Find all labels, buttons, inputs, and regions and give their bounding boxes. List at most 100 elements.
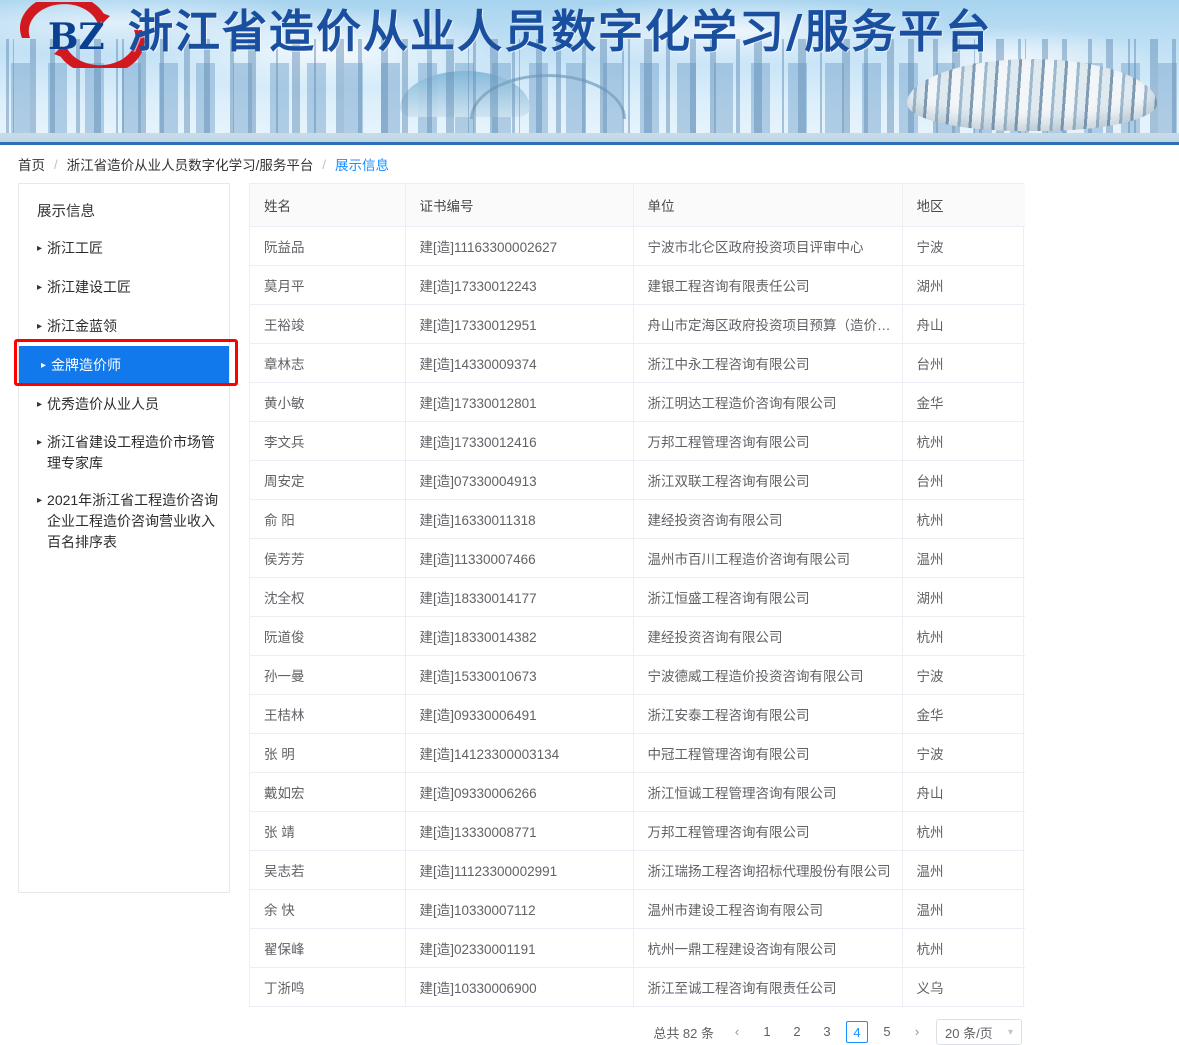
cell-area: 温州	[902, 889, 1025, 929]
sidebar-item-label: 浙江建设工匠	[47, 279, 132, 295]
cell-area: 宁波	[902, 226, 1025, 266]
table-row[interactable]: 俞 阳建[造]16330011318 建经投资咨询有限公司 杭州	[250, 499, 1025, 539]
column-header-area[interactable]: 地区	[902, 184, 1025, 227]
pagination: 总共 82 条 ‹ 1 2 3 4 5 › 20 条/页 ▾	[249, 1007, 1024, 1045]
column-header-unit[interactable]: 单位	[633, 184, 903, 227]
sidebar-item-zhuanjiaku[interactable]: ▸ 浙江省建设工程造价市场管理专家库	[19, 424, 229, 482]
table-row[interactable]: 阮道俊 建[造]18330014382 建经投资咨询有限公司 杭州	[250, 616, 1025, 656]
cell-certificate: 建[造]16330011318	[405, 499, 634, 539]
cell-unit: 建银工程咨询有限责任公司	[633, 265, 903, 305]
cell-name: 余 快	[250, 889, 406, 929]
cell-certificate: 建[造]14123300003134	[405, 733, 634, 773]
results-table: 姓名 证书编号 单位 地区 阮益品 建[造]11163300002627 宁波市北仑…	[250, 184, 1025, 1007]
cell-certificate: 建[造]13330008771	[405, 811, 634, 851]
table-row[interactable]: 李文兵 建[造]17330012416 万邦工程管理咨询有限公司 杭州	[250, 421, 1025, 461]
cell-unit: 中冠工程管理咨询有限公司	[633, 733, 903, 773]
page-size-select[interactable]: 20 条/页 ▾	[936, 1019, 1022, 1045]
table-row[interactable]: 吴志若 建[造]11123300002991 浙江瑞扬工程咨询招标代理股份有限公司温…	[250, 850, 1025, 890]
table-row[interactable]: 莫月平 建[造]17330012243 建银工程咨询有限责任公司 湖州	[250, 265, 1025, 305]
table-row[interactable]: 孙一曼 建[造]15330010673 宁波德威工程造价投资咨询有限公司 宁波	[250, 655, 1025, 695]
cell-area: 杭州	[902, 811, 1025, 851]
sidebar-menu: ▸ 浙江工匠 ▸ 浙江建设工匠 ▸ 浙江金蓝领 ▸ 金牌造价师 ▸ 优秀造价从业…	[14, 229, 238, 561]
page-size-label: 20 条/页	[945, 1025, 993, 1041]
cell-certificate: 建[造]07330004913	[405, 460, 634, 500]
table-row[interactable]: 张 靖建[造]13330008771 万邦工程管理咨询有限公司 杭州	[250, 811, 1025, 851]
svg-text:BZ: BZ	[48, 16, 105, 58]
cell-name: 孙一曼	[250, 655, 406, 695]
sidebar-item-label: 2021年浙江省工程造价咨询企业工程造价咨询营业收入百名排序表	[47, 492, 219, 550]
cell-name: 周安定	[250, 460, 406, 500]
sidebar-item-jianshe-gongjiang[interactable]: ▸ 浙江建设工匠	[19, 268, 229, 307]
pagination-page-2[interactable]: 2	[786, 1021, 808, 1043]
pagination-page-4[interactable]: 4	[846, 1021, 868, 1043]
cell-name: 张 明	[250, 733, 406, 773]
breadcrumb-item-home[interactable]: 首页	[18, 154, 45, 174]
table-row[interactable]: 余 快建[造]10330007112 温州市建设工程咨询有限公司 温州	[250, 889, 1025, 929]
cell-unit: 宁波市北仑区政府投资项目评审中心	[633, 226, 903, 266]
chevron-right-icon: ▸	[37, 437, 43, 448]
sidebar-item-youxiu-congye[interactable]: ▸ 优秀造价从业人员	[19, 385, 229, 424]
sidebar-item-zhejiang-gongjiang[interactable]: ▸ 浙江工匠	[19, 229, 229, 268]
cell-certificate: 建[造]11330007466	[405, 538, 634, 578]
cell-name: 黄小敏	[250, 382, 406, 422]
table-row[interactable]: 张 明建[造]14123300003134 中冠工程管理咨询有限公司 宁波	[250, 733, 1025, 773]
pagination-page-3[interactable]: 3	[816, 1021, 838, 1043]
cell-unit: 温州市建设工程咨询有限公司	[633, 889, 903, 929]
cell-unit: 浙江双联工程咨询有限公司	[633, 460, 903, 500]
table-row[interactable]: 翟保峰 建[造]02330001191 杭州一鼎工程建设咨询有限公司 杭州	[250, 928, 1025, 968]
table-row[interactable]: 阮益品 建[造]11163300002627 宁波市北仑区政府投资项目评审中心 宁波	[250, 226, 1025, 266]
breadcrumb-item-platform[interactable]: 浙江省造价从业人员数字化学习/服务平台	[67, 154, 314, 174]
cell-unit: 温州市百川工程造价咨询有限公司	[633, 538, 903, 578]
sidebar-item-2021-paixu-biao[interactable]: ▸ 2021年浙江省工程造价咨询企业工程造价咨询营业收入百名排序表	[19, 482, 229, 561]
cell-area: 金华	[902, 694, 1025, 734]
sidebar-item-jinlanling[interactable]: ▸ 浙江金蓝领	[19, 307, 229, 346]
table-row[interactable]: 章林志 建[造]14330009374 浙江中永工程咨询有限公司 台州	[250, 343, 1025, 383]
cell-name: 李文兵	[250, 421, 406, 461]
table-body: 阮益品 建[造]11163300002627 宁波市北仑区政府投资项目评审中心 宁波莫…	[250, 226, 1025, 1007]
table-row[interactable]: 戴如宏 建[造]09330006266 浙江恒诚工程管理咨询有限公司 舟山	[250, 772, 1025, 812]
site-banner: BZ 浙江省造价从业人员数字化学习/服务平台	[0, 0, 1179, 145]
cell-area: 杭州	[902, 499, 1025, 539]
banner-bottom-rule	[0, 142, 1179, 145]
column-header-certificate[interactable]: 证书编号	[405, 184, 634, 227]
table-row[interactable]: 沈全权 建[造]18330014177 浙江恒盛工程咨询有限公司 湖州	[250, 577, 1025, 617]
cell-area: 舟山	[902, 772, 1025, 812]
cell-name: 丁浙鸣	[250, 967, 406, 1007]
cell-area: 杭州	[902, 421, 1025, 461]
cell-name: 莫月平	[250, 265, 406, 305]
cell-certificate: 建[造]17330012801	[405, 382, 634, 422]
chevron-right-icon: ▸	[41, 360, 47, 371]
pagination-page-5[interactable]: 5	[876, 1021, 898, 1043]
cell-name: 章林志	[250, 343, 406, 383]
breadcrumb-item-current[interactable]: 展示信息	[335, 154, 389, 174]
cell-name: 俞 阳	[250, 499, 406, 539]
breadcrumb: 首页 / 浙江省造价从业人员数字化学习/服务平台 / 展示信息	[0, 145, 1179, 183]
cell-certificate: 建[造]14330009374	[405, 343, 634, 383]
table-row[interactable]: 王桔林 建[造]09330006491 浙江安泰工程咨询有限公司 金华	[250, 694, 1025, 734]
cell-unit: 浙江恒诚工程管理咨询有限公司	[633, 772, 903, 812]
table-row[interactable]: 黄小敏 建[造]17330012801 浙江明达工程造价咨询有限公司 金华	[250, 382, 1025, 422]
sidebar: 展示信息 ▸ 浙江工匠 ▸ 浙江建设工匠 ▸ 浙江金蓝领 ▸ 金牌造价师 ▸ 优…	[14, 183, 238, 893]
table-head: 姓名 证书编号 单位 地区	[250, 184, 1025, 227]
chevron-right-icon: ▸	[37, 321, 43, 332]
table-row[interactable]: 王裕竣 建[造]17330012951 舟山市定海区政府投资项目预算（造价）编审..…	[250, 304, 1025, 344]
pagination-page-1[interactable]: 1	[756, 1021, 778, 1043]
cell-name: 吴志若	[250, 850, 406, 890]
chevron-down-icon: ▾	[1007, 1026, 1013, 1038]
column-header-name[interactable]: 姓名	[250, 184, 406, 227]
chevron-left-icon[interactable]: ‹	[726, 1021, 748, 1043]
sidebar-item-jinpai-zaojiashi[interactable]: ▸ 金牌造价师	[14, 339, 238, 386]
table-row[interactable]: 侯芳芳 建[造]11330007466 温州市百川工程造价咨询有限公司 温州	[250, 538, 1025, 578]
sidebar-item-label: 金牌造价师	[51, 357, 122, 373]
cell-area: 宁波	[902, 655, 1025, 695]
chevron-right-icon[interactable]: ›	[906, 1021, 928, 1043]
cell-unit: 浙江至诚工程咨询有限责任公司	[633, 967, 903, 1007]
cell-area: 湖州	[902, 265, 1025, 305]
cell-unit: 舟山市定海区政府投资项目预算（造价）编审...	[633, 304, 903, 344]
cell-unit: 浙江恒盛工程咨询有限公司	[633, 577, 903, 617]
cell-unit: 杭州一鼎工程建设咨询有限公司	[633, 928, 903, 968]
table-row[interactable]: 周安定 建[造]07330004913 浙江双联工程咨询有限公司 台州	[250, 460, 1025, 500]
cell-name: 王裕竣	[250, 304, 406, 344]
table-row[interactable]: 丁浙鸣 建[造]10330006900 浙江至诚工程咨询有限责任公司 义乌	[250, 967, 1025, 1007]
cell-name: 翟保峰	[250, 928, 406, 968]
